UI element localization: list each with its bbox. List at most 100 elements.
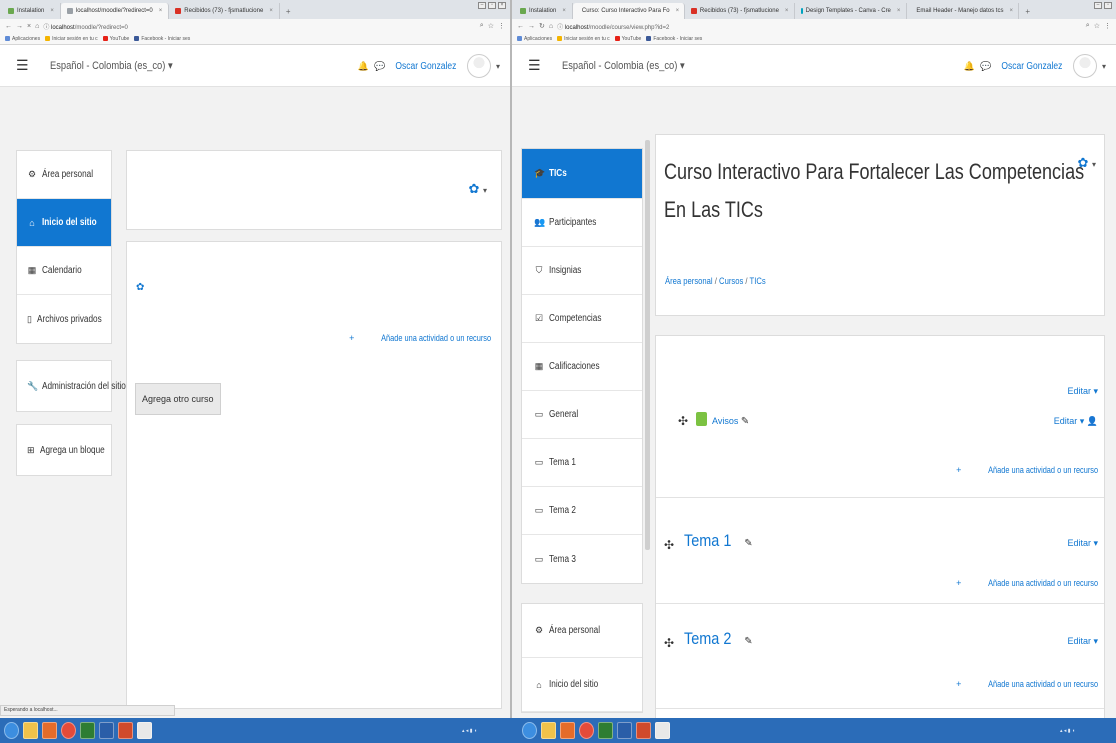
file-explorer-icon[interactable] <box>541 722 556 739</box>
url-field[interactable]: ⓘ localhost/moodle/course/view.php?id=2 <box>557 22 1082 31</box>
zoom-icon[interactable]: ⌕ <box>480 22 484 30</box>
home-icon[interactable]: ⌂ <box>35 23 39 30</box>
close-icon[interactable]: × <box>269 8 273 14</box>
bookmark-apps[interactable]: Aplicaciones <box>5 36 40 42</box>
word-icon[interactable] <box>99 722 114 739</box>
nav-item-archivos-privados[interactable]: ▯ Archivos privados <box>17 295 111 343</box>
nav-item-participantes[interactable]: 👥 Participantes <box>522 199 642 247</box>
nav-item-area-personal[interactable]: ⚙ Área personal <box>17 151 111 199</box>
section-title[interactable]: Tema 1 ✎ <box>684 531 753 551</box>
move-icon[interactable]: ✣ <box>678 414 688 428</box>
section-title[interactable]: Tema 2 ✎ <box>684 629 753 649</box>
close-window-icon[interactable]: × <box>498 2 506 9</box>
paint-icon[interactable] <box>137 722 152 739</box>
new-tab-button[interactable]: + <box>1019 3 1036 19</box>
tab-email-header[interactable]: Email Header - Manejo datos tcs × <box>907 3 1020 19</box>
word-icon[interactable] <box>617 722 632 739</box>
nav-item-inicio-sitio[interactable]: ⌂ Inicio del sitio <box>522 658 642 712</box>
tab-gmail[interactable]: Recibidos (73) - fjsmatlucione × <box>169 3 280 19</box>
back-icon[interactable]: ← <box>517 23 524 30</box>
tray-icons[interactable]: ▴ ◂ ▮ ◖ <box>462 728 477 734</box>
drawer-scrollbar[interactable] <box>645 140 650 550</box>
nav-item-admin[interactable]: 🔧 Administración del sitio <box>17 361 126 411</box>
add-activity-link[interactable]: + Añade una actividad o un recurso <box>349 333 491 343</box>
nav-item-competencias[interactable]: ☑ Competencias <box>522 295 642 343</box>
language-menu[interactable]: Español - Colombia (es_co) ▾ <box>562 59 685 72</box>
nav-item-calendario[interactable]: ▦ Calendario <box>17 247 111 295</box>
nav-item-calificaciones[interactable]: ▦ Calificaciones <box>522 343 642 391</box>
gear-icon[interactable]: ✿ ▾ <box>468 181 487 197</box>
excel-icon[interactable] <box>598 722 613 739</box>
hamburger-icon[interactable]: ☰ <box>528 57 541 74</box>
add-activity-link[interactable]: + Añade una actividad o un recurso <box>956 679 1098 689</box>
media-player-icon[interactable] <box>560 722 575 739</box>
tab-installation[interactable]: Instalation × <box>514 3 573 19</box>
nav-item-add-block[interactable]: ⊞ Agrega un bloque <box>17 425 111 475</box>
url-field[interactable]: ⓘ localhost/moodle/?redirect=0 <box>43 22 475 31</box>
tab-canva[interactable]: Design Templates - Canva - Cre × <box>795 3 908 19</box>
minimize-icon[interactable]: – <box>1094 2 1102 9</box>
chevron-down-icon[interactable]: ▾ <box>496 62 500 71</box>
edit-section-menu[interactable]: Editar ▾ <box>1067 636 1098 647</box>
nav-item-general[interactable]: ▭ General <box>522 391 642 439</box>
bookmark-youtube[interactable]: YouTube <box>614 36 641 42</box>
chrome-icon[interactable] <box>579 722 594 739</box>
maximize-icon[interactable]: ▫ <box>1104 2 1112 9</box>
move-icon[interactable]: ✣ <box>664 538 674 552</box>
bookmark-apps[interactable]: Aplicaciones <box>517 36 552 42</box>
bookmark-youtube[interactable]: YouTube <box>102 36 129 42</box>
minimize-icon[interactable]: – <box>478 2 486 9</box>
gear-icon[interactable]: ✿ <box>136 282 144 293</box>
menu-icon[interactable]: ⋮ <box>1104 22 1111 30</box>
breadcrumb-item[interactable]: TICs <box>750 276 766 286</box>
bell-icon[interactable]: 🔔 <box>964 61 975 72</box>
close-icon[interactable]: × <box>159 8 163 14</box>
close-icon[interactable]: × <box>562 8 566 14</box>
start-icon[interactable] <box>522 722 537 739</box>
close-icon[interactable]: × <box>1009 8 1013 14</box>
menu-icon[interactable]: ⋮ <box>498 22 505 30</box>
nav-item-tema-3[interactable]: ▭ Tema 3 <box>522 535 642 583</box>
breadcrumb-item[interactable]: Cursos <box>719 276 743 286</box>
tab-course[interactable]: Curso: Curso Interactivo Para Fo × <box>572 3 685 19</box>
breadcrumb-item[interactable]: Área personal <box>665 276 713 286</box>
user-name[interactable]: Oscar Gonzalez <box>1002 61 1063 72</box>
chevron-down-icon[interactable]: ▾ <box>1102 62 1106 71</box>
forward-icon[interactable]: → <box>16 23 23 30</box>
user-name[interactable]: Oscar Gonzalez <box>396 61 457 72</box>
home-icon[interactable]: ⌂ <box>549 23 553 30</box>
bookmark-facebook[interactable]: Facebook - Iniciar ses <box>646 36 702 42</box>
nav-item-insignias[interactable]: ⛉ Insignias <box>522 247 642 295</box>
forward-icon[interactable]: → <box>528 23 535 30</box>
start-icon[interactable] <box>4 722 19 739</box>
language-menu[interactable]: Español - Colombia (es_co) ▾ <box>50 59 173 72</box>
nav-item-inicio-sitio[interactable]: ⌂ Inicio del sitio <box>17 199 111 247</box>
pencil-icon[interactable]: ✎ <box>744 636 752 647</box>
avatar[interactable] <box>1072 54 1097 78</box>
new-tab-button[interactable]: + <box>280 3 297 19</box>
nav-item-tema-2[interactable]: ▭ Tema 2 <box>522 487 642 535</box>
add-course-button[interactable]: Agrega otro curso <box>135 383 221 415</box>
gear-icon[interactable]: ✿ ▾ <box>1077 155 1096 171</box>
bookmark-signin[interactable]: Iniciar sesión en tu c <box>557 36 610 42</box>
chat-icon[interactable]: 💬 <box>374 61 385 72</box>
excel-icon[interactable] <box>80 722 95 739</box>
star-icon[interactable]: ☆ <box>488 22 494 30</box>
edit-section-menu[interactable]: Editar ▾ <box>1067 538 1098 549</box>
bookmark-signin[interactable]: Iniciar sesión en tu c <box>45 36 98 42</box>
move-icon[interactable]: ✣ <box>664 636 674 650</box>
nav-item-tics[interactable]: 🎓 TICs <box>522 149 642 199</box>
media-player-icon[interactable] <box>42 722 57 739</box>
pencil-icon[interactable]: ✎ <box>744 538 752 549</box>
close-icon[interactable]: × <box>50 8 54 14</box>
close-icon[interactable]: × <box>676 8 680 14</box>
edit-section-menu[interactable]: Editar ▾ <box>1067 386 1098 397</box>
avatar[interactable] <box>466 54 491 78</box>
bell-icon[interactable]: 🔔 <box>358 61 369 72</box>
tab-localhost[interactable]: localhost/moodle/?redirect=0 × <box>60 3 170 19</box>
zoom-icon[interactable]: ⌕ <box>1086 22 1090 30</box>
nav-item-area-personal[interactable]: ⚙ Área personal <box>522 604 642 658</box>
add-activity-link[interactable]: + Añade una actividad o un recurso <box>956 465 1098 475</box>
activity-avisos-link[interactable]: Avisos ✎ <box>712 416 749 427</box>
reload-icon[interactable]: ↻ <box>539 22 545 30</box>
